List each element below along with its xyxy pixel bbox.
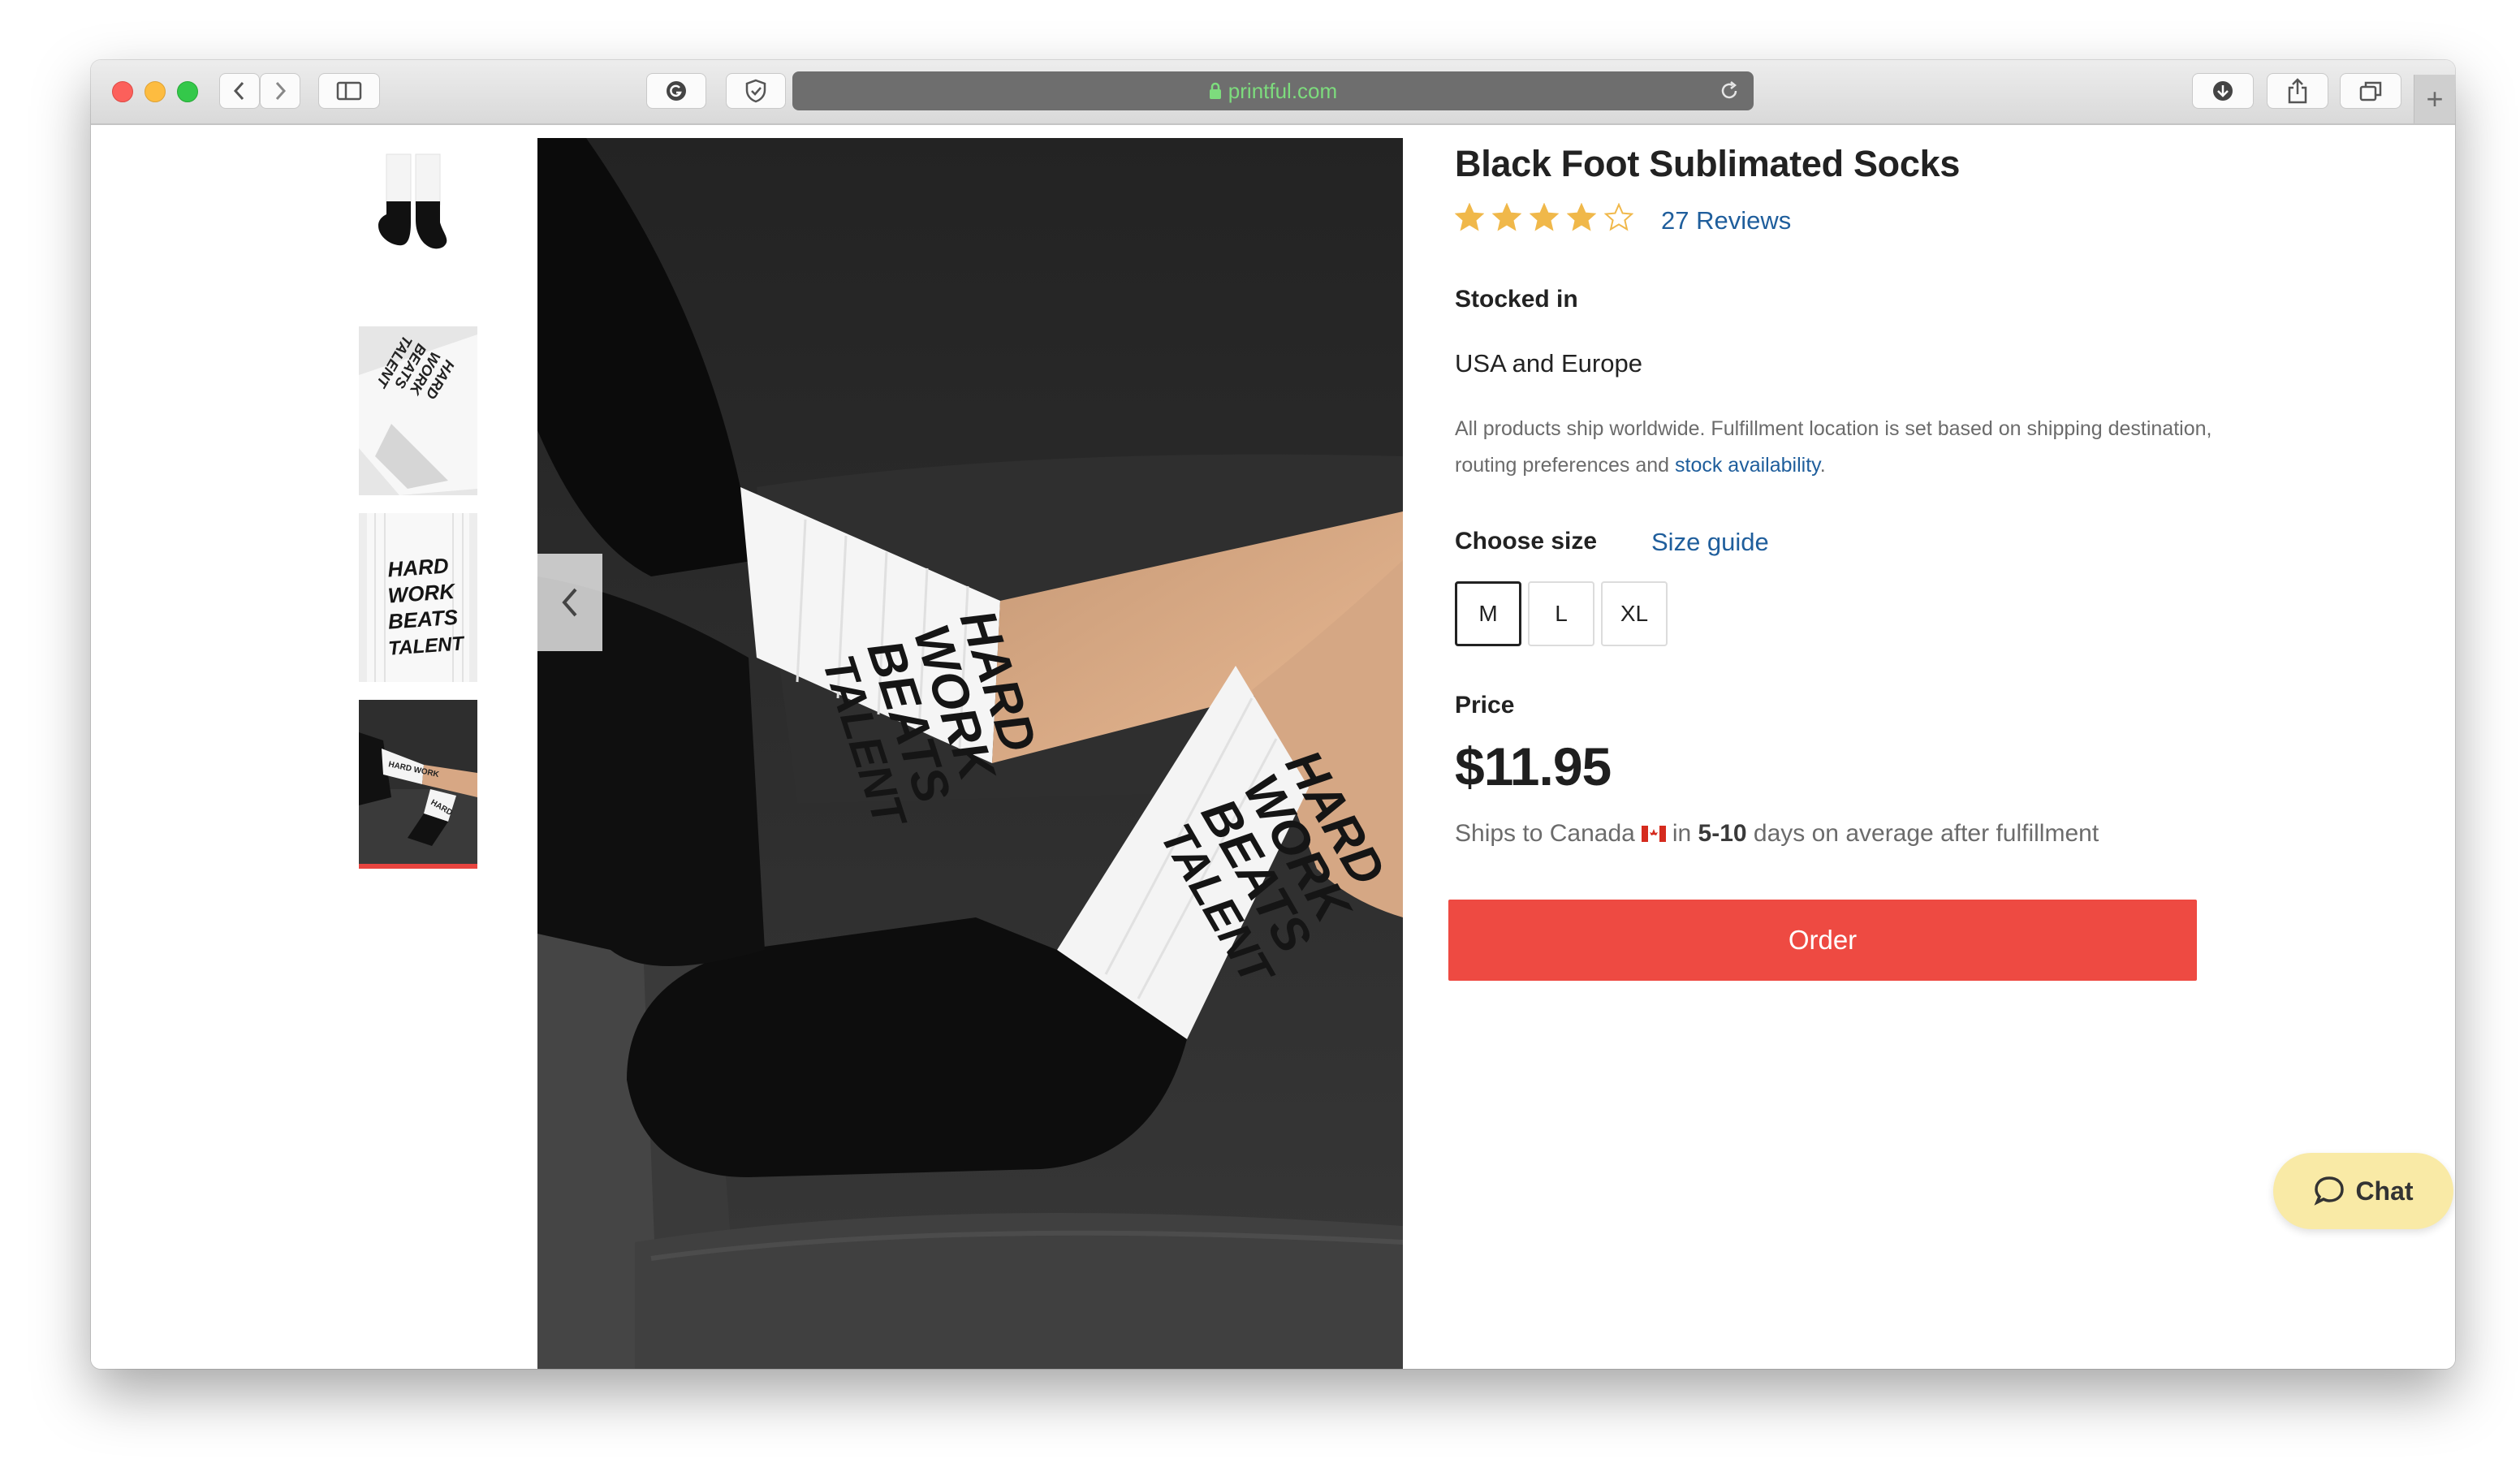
size-guide-link[interactable]: Size guide [1651,528,1769,557]
stocked-in-value: USA and Europe [1455,349,1642,378]
order-button[interactable]: Order [1448,900,2197,981]
thumbnail-sock-flat[interactable]: HARD WORK BEATS TALENT [359,326,477,495]
chat-label: Chat [2355,1176,2414,1206]
shipping-prefix: Ships to Canada [1455,820,1635,847]
sidebar-toggle-button[interactable] [318,73,380,109]
svg-text:BEATS: BEATS [387,605,460,634]
chevron-left-icon [233,81,244,101]
thumbnail-sock-print[interactable]: HARD WORK BEATS TALENT [359,513,477,682]
choose-size-label: Choose size [1455,528,1598,555]
downloads-button[interactable] [2192,73,2254,109]
lock-icon [1209,82,1222,100]
shipping-suffix: days on average after fulfillment [1753,820,2099,847]
thumbnail-socks-pair[interactable] [359,145,477,313]
price-value: $11.95 [1455,736,1612,796]
stocked-in-label: Stocked in [1455,286,1578,313]
tabs-overview-button[interactable] [2340,73,2401,109]
star-filled-icon [1455,203,1484,231]
grammarly-extension-button[interactable] [646,73,706,109]
forward-button[interactable] [260,73,300,109]
hero-image: HARD WORK BEATS TALENT HARD WORK BEATS T… [537,138,1403,1369]
chat-bubble-icon [2314,1176,2345,1206]
browser-window: printful.com + HARD WORK BEATS TALENT HA… [91,60,2455,1369]
fulfillment-note: All products ship worldwide. Fulfillment… [1455,411,2226,484]
svg-text:WORK: WORK [387,579,457,608]
star-filled-icon [1492,203,1521,231]
url-text: printful.com [1228,78,1338,103]
shipping-in: in [1672,820,1692,847]
shipping-days: 5-10 [1698,820,1747,847]
privacy-extension-button[interactable] [726,73,786,109]
star-filled-icon [1567,203,1596,231]
note-period: . [1819,454,1826,477]
svg-text:HARD: HARD [386,553,449,581]
new-tab-button[interactable]: + [2414,75,2455,123]
size-option-xl[interactable]: XL [1601,581,1668,646]
share-button[interactable] [2267,73,2328,109]
back-button[interactable] [219,73,260,109]
stock-availability-link[interactable]: stock availability [1675,454,1820,477]
star-filled-icon [1530,203,1559,231]
price-label: Price [1455,692,1515,719]
thumbnail-socks-lifestyle[interactable]: HARD WORK HARD [359,700,477,869]
product-title: Black Foot Sublimated Socks [1455,143,1961,184]
shipping-estimate: Ships to Canada in 5-10 days on average … [1455,820,2099,848]
minimize-window-button[interactable] [145,81,166,102]
star-empty-icon [1604,203,1633,231]
share-icon [2288,78,2307,104]
chevron-right-icon [275,81,287,101]
previous-image-button[interactable] [537,554,602,651]
size-option-l[interactable]: L [1528,581,1594,646]
grammarly-icon [667,81,686,101]
address-bar[interactable]: printful.com [792,71,1754,110]
reviews-link[interactable]: 27 Reviews [1661,206,1791,235]
shield-icon [745,79,766,103]
fulfillment-note-text: All products ship worldwide. Fulfillment… [1455,417,2212,477]
chevron-left-icon [562,588,577,617]
close-window-button[interactable] [112,81,133,102]
reload-icon[interactable] [1718,80,1741,108]
download-icon [2213,81,2233,101]
browser-toolbar: printful.com + [91,60,2455,125]
size-option-m[interactable]: M [1455,581,1521,646]
page-content: HARD WORK BEATS TALENT HARD WORK BEATS T… [91,125,2455,1369]
canada-flag-icon [1641,826,1666,842]
chat-button[interactable]: Chat [2273,1153,2453,1229]
tabs-icon [2359,81,2382,101]
rating-stars [1455,203,1633,232]
sidebar-icon [336,81,362,101]
maximize-window-button[interactable] [177,81,198,102]
